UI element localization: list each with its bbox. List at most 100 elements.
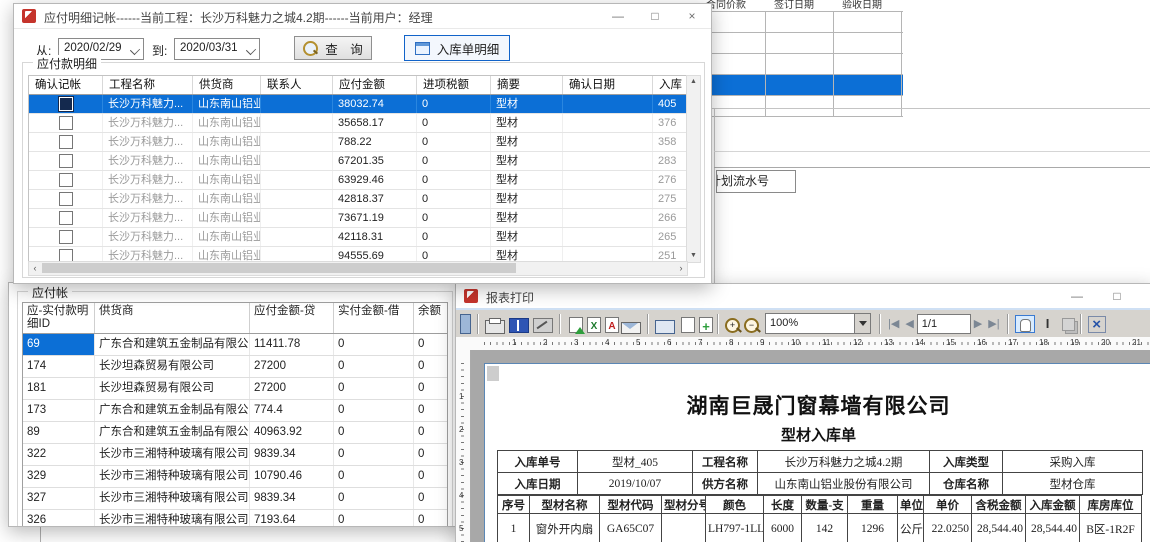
table-row[interactable]: 长沙万科魅力...山东南山铝业...42818.370型材275 [29, 190, 687, 209]
minimize-button[interactable]: — [1068, 287, 1086, 305]
print-icon[interactable] [485, 320, 505, 334]
table-row[interactable]: 89广东合和建筑五金制品有限公司40963.9200 [23, 422, 447, 444]
text-select-icon[interactable] [1039, 315, 1057, 333]
chevron-down-icon[interactable] [854, 314, 870, 333]
table-cell: 0 [414, 466, 448, 487]
scroll-right-icon[interactable]: › [675, 262, 687, 275]
report-titlebar[interactable]: 报表打印 — □ × [456, 284, 1150, 309]
payable-detail-groupbox: 应付款明细 确认记帐工程名称供货商联系人应付金额进项税额摘要确认日期入库 长沙万… [22, 62, 705, 278]
excel-export-icon[interactable] [587, 317, 601, 333]
table-row[interactable]: 长沙万科魅力...山东南山铝业...35658.170型材376 [29, 114, 687, 133]
table-cell: 0 [334, 510, 414, 527]
table-row[interactable]: 173广东合和建筑五金制品有限公司774.400 [23, 400, 447, 422]
table-row[interactable]: 长沙万科魅力...山东南山铝业...67201.350型材283 [29, 152, 687, 171]
vertical-scrollbar[interactable]: ▲ ▼ [686, 75, 701, 263]
page-indicator[interactable]: 1/1 [917, 314, 971, 334]
single-page-icon[interactable] [681, 317, 695, 333]
zoom-out-icon[interactable] [744, 318, 759, 333]
detail-titlebar[interactable]: 应付明细记帐------当前工程：长沙万科魅力之城4.2期------当前用户：… [14, 4, 711, 29]
confirm-checkbox[interactable] [59, 116, 73, 130]
confirm-checkbox[interactable] [59, 230, 73, 244]
hand-tool-icon[interactable] [1015, 315, 1035, 333]
column-header: 型材名称 [530, 496, 600, 514]
table-row[interactable]: 长沙万科魅力...山东南山铝业...63929.460型材276 [29, 171, 687, 190]
table-row[interactable]: 174长沙坦森贸易有限公司2720000 [23, 356, 447, 378]
table-row[interactable]: 181长沙坦森贸易有限公司2720000 [23, 378, 447, 400]
panel-icon[interactable] [460, 314, 471, 334]
multi-page-icon[interactable] [699, 317, 713, 333]
horizontal-scrollbar[interactable]: ‹ › [28, 261, 688, 276]
confirm-checkbox[interactable] [59, 211, 73, 225]
table-row[interactable]: 69广东合和建筑五金制品有限公司11411.7800 [23, 334, 447, 356]
contact-cell [261, 209, 333, 227]
column-header: 单位 [898, 496, 924, 514]
column-header: 应付金额 [333, 76, 417, 94]
confirm-checkbox[interactable] [59, 97, 73, 111]
scroll-left-icon[interactable]: ‹ [29, 262, 41, 275]
table-row[interactable] [698, 11, 903, 32]
tax-cell: 0 [417, 209, 491, 227]
table-row[interactable]: 322长沙市三湘特种玻璃有限公司9839.3400 [23, 444, 447, 466]
serial-number-field[interactable]: 计划流水号 [716, 170, 796, 193]
minimize-button[interactable]: — [609, 7, 627, 25]
next-page-icon[interactable]: ▶ [974, 317, 982, 330]
settings-icon[interactable] [533, 318, 553, 333]
table-row[interactable] [698, 53, 903, 74]
export-icon[interactable] [569, 317, 583, 333]
maximize-button[interactable]: □ [1108, 287, 1126, 305]
close-button[interactable]: × [1146, 287, 1150, 305]
confirm-checkbox-cell [29, 133, 103, 151]
tax-cell: 0 [417, 190, 491, 208]
table-cell [766, 12, 834, 32]
scrollbar-thumb[interactable] [42, 263, 516, 273]
table-cell: 9839.34 [250, 444, 334, 465]
book-icon[interactable] [509, 318, 529, 333]
table-row[interactable] [698, 32, 903, 53]
table-row[interactable]: 326长沙市三湘特种玻璃有限公司7193.6400 [23, 510, 447, 527]
table-row[interactable]: 长沙万科魅力...山东南山铝业...788.220型材358 [29, 133, 687, 152]
detail-window-title: 应付明细记帐------当前工程：长沙万科魅力之城4.2期------当前用户：… [44, 9, 433, 26]
table-row[interactable]: 329长沙市三湘特种玻璃有限公司10790.4600 [23, 466, 447, 488]
table-cell: 11411.78 [250, 334, 334, 355]
document-icon [415, 42, 430, 55]
table-row[interactable] [698, 95, 903, 117]
print-setup-icon[interactable] [655, 320, 675, 334]
confirm-checkbox[interactable] [59, 192, 73, 206]
last-page-icon[interactable]: ▶| [988, 317, 999, 330]
document-title: 型材入库单 [485, 424, 1150, 445]
prev-page-icon[interactable]: ◀ [905, 317, 913, 330]
confirm-checkbox[interactable] [59, 135, 73, 149]
maximize-button[interactable]: □ [646, 7, 664, 25]
scroll-down-icon[interactable]: ▼ [687, 250, 700, 262]
table-row[interactable]: 长沙万科魅力...山东南山铝业...42118.310型材265 [29, 228, 687, 247]
close-button[interactable]: × [683, 7, 701, 25]
tax-cell: 0 [417, 133, 491, 151]
to-date-combo[interactable]: 2020/03/31 [174, 38, 260, 60]
table-cell: 27200 [250, 378, 334, 399]
scroll-up-icon[interactable]: ▲ [687, 76, 700, 88]
table-cell: 181 [23, 378, 95, 399]
pdf-export-icon[interactable] [605, 317, 619, 333]
ruler-number: 13 [884, 338, 893, 347]
mail-icon[interactable] [621, 322, 641, 334]
zoom-level-combo[interactable]: 100% [765, 313, 871, 334]
payable-detail-table-header: 确认记帐工程名称供货商联系人应付金额进项税额摘要确认日期入库 [29, 76, 687, 95]
confirm-checkbox[interactable] [59, 173, 73, 187]
ruler-number: 5 [459, 524, 463, 533]
info-cell: 2019/10/07 [578, 473, 693, 495]
project-cell: 长沙万科魅力... [103, 190, 193, 208]
close-preview-icon[interactable] [1088, 315, 1106, 333]
confirm-checkbox[interactable] [59, 154, 73, 168]
copy-icon[interactable] [1065, 321, 1078, 334]
table-row[interactable] [698, 74, 903, 95]
summary-cell: 型材 [491, 209, 563, 227]
zoom-in-icon[interactable] [725, 318, 740, 333]
table-row[interactable]: 长沙万科魅力...山东南山铝业...38032.740型材405 [29, 95, 687, 114]
query-button[interactable]: 查 询 [294, 36, 372, 60]
info-row: 入库日期2019/10/07供方名称山东南山铝业股份有限公司仓库名称型材仓库 [498, 473, 1143, 495]
first-page-icon[interactable]: |◀ [888, 317, 899, 330]
inbound-detail-button[interactable]: 入库单明细 [404, 35, 510, 61]
summary-cell: 型材 [491, 152, 563, 170]
table-row[interactable]: 327长沙市三湘特种玻璃有限公司9839.3400 [23, 488, 447, 510]
table-row[interactable]: 长沙万科魅力...山东南山铝业...73671.190型材266 [29, 209, 687, 228]
